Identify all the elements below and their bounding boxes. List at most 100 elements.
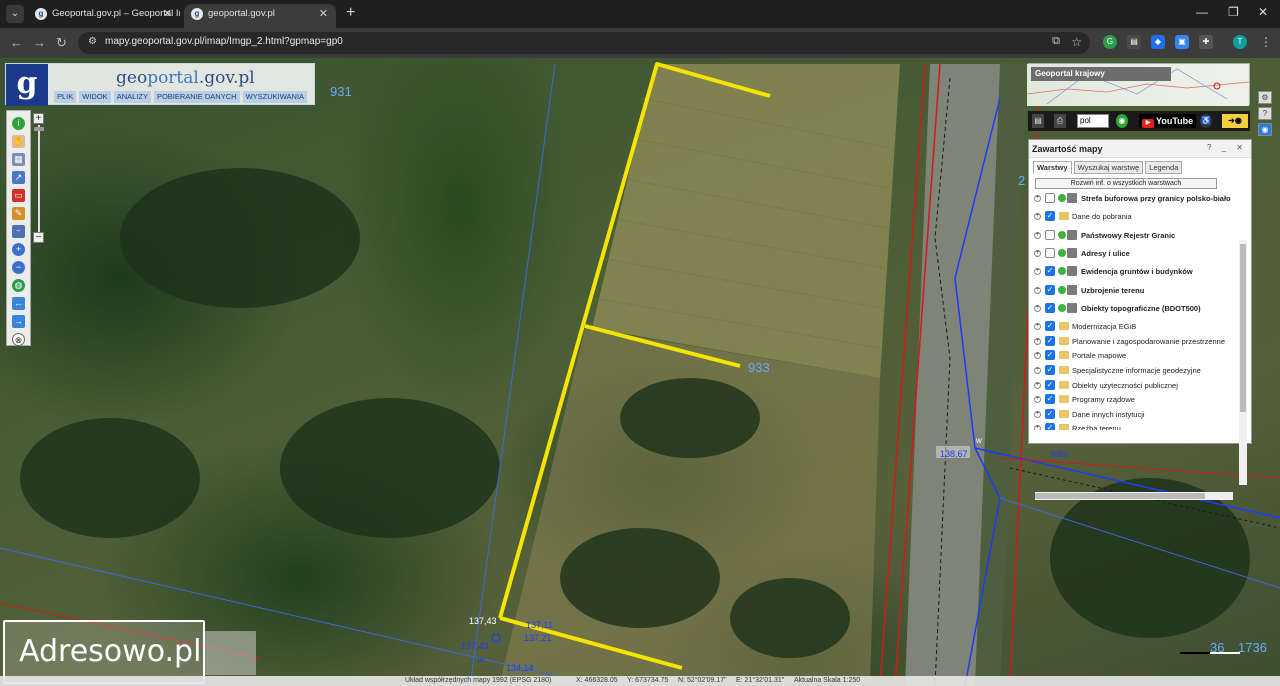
menu-plik[interactable]: PLIK	[54, 91, 77, 103]
zoom-minus-button[interactable]: −	[33, 232, 44, 243]
forward-arrow-icon[interactable]: →	[33, 35, 46, 50]
layer-row[interactable]: + ✓ Planowanie i zagospodarowanie przestrz…	[1033, 335, 1237, 349]
layer-checkbox[interactable]: ✓	[1045, 408, 1055, 419]
layer-checkbox[interactable]: ✓	[1045, 365, 1055, 375]
pencil-icon[interactable]: ✎	[12, 207, 25, 220]
tab-legenda[interactable]: Legenda	[1145, 161, 1183, 174]
eye-icon[interactable]: ◉	[1258, 123, 1272, 136]
vertical-scrollbar[interactable]	[1239, 240, 1247, 485]
expand-layer-icon[interactable]: +	[1034, 195, 1041, 202]
expand-layer-icon[interactable]: +	[1034, 352, 1041, 360]
expand-layer-icon[interactable]: +	[1034, 396, 1041, 404]
globe-icon[interactable]: ◍	[12, 279, 25, 292]
printer-icon[interactable]: ⎙	[1054, 114, 1066, 128]
grammarly-extension-icon[interactable]: G	[1103, 35, 1117, 49]
layer-checkbox[interactable]	[1045, 247, 1055, 258]
layer-checkbox[interactable]: ✓	[1045, 335, 1055, 346]
expand-layer-icon[interactable]: +	[1034, 367, 1041, 374]
layer-checkbox[interactable]: ✓	[1045, 211, 1055, 222]
expand-layer-icon[interactable]: +	[1034, 286, 1041, 294]
zoom-slider[interactable]: + −	[33, 113, 45, 243]
reset-icon[interactable]: ⊗	[12, 333, 25, 346]
zoom-in-icon[interactable]: +	[12, 243, 25, 256]
layer-row[interactable]: + ✓ Portale mapowe	[1033, 349, 1237, 363]
layer-row[interactable]: + ✓ Modernizacja EGiB	[1033, 320, 1237, 334]
layer-row[interactable]: + Państwowy Rejestr Granic	[1033, 229, 1237, 243]
menu-pobieranie-danych[interactable]: POBIERANIE DANYCH	[153, 91, 240, 103]
expand-layer-icon[interactable]: +	[1034, 425, 1041, 430]
extension-icon[interactable]: ▣	[1175, 35, 1189, 49]
maximize-button[interactable]: ❐	[1228, 5, 1239, 19]
geoportal-logo[interactable]: g	[6, 64, 48, 106]
minimize-button[interactable]: —	[1196, 5, 1208, 19]
info-icon[interactable]: i	[12, 117, 25, 130]
zoom-plus-button[interactable]: +	[33, 113, 44, 124]
layer-row[interactable]: + Adresy i ulice	[1033, 247, 1237, 261]
extensions-puzzle-icon[interactable]: ✚	[1199, 35, 1213, 49]
layer-checkbox[interactable]: ✓	[1045, 302, 1055, 313]
menu-widok[interactable]: WIDOK	[79, 91, 111, 103]
layer-checkbox[interactable]	[1045, 193, 1055, 203]
horizontal-scrollbar[interactable]	[1035, 492, 1233, 500]
back-arrow-icon[interactable]: ←	[10, 35, 23, 50]
layer-checkbox[interactable]: ✓	[1045, 284, 1055, 295]
expand-layer-icon[interactable]: +	[1034, 381, 1041, 389]
wheelchair-icon[interactable]: ♿	[1200, 114, 1212, 128]
expand-layer-icon[interactable]: +	[1034, 337, 1041, 345]
extension-icon[interactable]: ◆	[1151, 35, 1165, 49]
expand-all-button[interactable]: Rozwiń inf. o wszystkich warstwach	[1035, 178, 1217, 189]
close-tab-icon[interactable]: ✕	[163, 4, 172, 24]
layer-checkbox[interactable]: ✓	[1045, 321, 1055, 332]
scrollbar-thumb[interactable]	[1240, 244, 1246, 412]
menu-wyszukiwania[interactable]: WYSZUKIWANIA	[242, 91, 308, 103]
install-app-icon[interactable]: ⧉	[1052, 35, 1060, 48]
expand-layer-icon[interactable]: +	[1034, 268, 1041, 276]
layer-row[interactable]: + ✓ Rzeźba terenu	[1033, 422, 1237, 430]
browser-tab-active[interactable]: g geoportal.gov.pl ✕	[184, 4, 336, 28]
back-arrow-icon[interactable]: ←	[12, 297, 25, 310]
layer-row[interactable]: + ✓ Obiekty topograficzne (BDOT500)	[1033, 302, 1237, 316]
layer-checkbox[interactable]: ✓	[1045, 379, 1055, 390]
measure-icon[interactable]: ⇔	[12, 225, 25, 238]
tab-search-button[interactable]: ⌄	[6, 5, 24, 23]
settings-icon[interactable]: ⚙	[1258, 91, 1272, 104]
layer-checkbox[interactable]: ✓	[1045, 394, 1055, 405]
close-tab-icon[interactable]: ✕	[319, 4, 328, 24]
expand-layer-icon[interactable]: +	[1034, 213, 1041, 221]
map-canvas[interactable]: 931 933 138,67 137,43 137,43 137,21 137,…	[0, 58, 1280, 686]
forward-arrow-icon[interactable]: →	[12, 315, 25, 328]
youtube-link[interactable]: ▶ YouTube	[1139, 114, 1197, 128]
profile-avatar[interactable]: T	[1233, 35, 1247, 49]
rect-select-icon[interactable]: ▭	[12, 189, 25, 202]
pan-hand-icon[interactable]: ✋	[12, 135, 25, 148]
layer-row[interactable]: + ✓ Programy rządowe	[1033, 393, 1237, 407]
layer-row[interactable]: + Strefa buforowa przy granicy polsko-bia…	[1033, 192, 1237, 206]
panel-window-buttons[interactable]: ? _ ✕	[1207, 143, 1247, 152]
layer-checkbox[interactable]: ✓	[1045, 350, 1055, 361]
layer-checkbox[interactable]: ✓	[1045, 423, 1055, 430]
zoom-thumb[interactable]	[34, 127, 44, 131]
tab-wyszukaj-warstwe[interactable]: Wyszukaj warstwę	[1073, 161, 1144, 174]
menu-analizy[interactable]: ANALIZY	[113, 91, 151, 103]
layer-row[interactable]: + ✓ Obiekty użyteczności publicznej	[1033, 379, 1237, 393]
table-icon[interactable]: ▤	[1032, 114, 1044, 128]
help-icon[interactable]: ?	[1258, 107, 1272, 120]
select-icon[interactable]: ↗	[12, 171, 25, 184]
reload-icon[interactable]: ↻	[56, 35, 67, 51]
zoom-rail[interactable]	[38, 125, 40, 233]
layer-checkbox[interactable]	[1045, 229, 1055, 240]
tab-warstwy[interactable]: Warstwy	[1033, 161, 1072, 174]
site-info-icon[interactable]: ⚙	[88, 36, 100, 48]
close-window-button[interactable]: ✕	[1258, 5, 1268, 19]
expand-layer-icon[interactable]: +	[1034, 231, 1041, 239]
layer-row[interactable]: + ✓ Dane innych instytucji	[1033, 408, 1237, 422]
browser-tab[interactable]: g Geoportal.gov.pl – Geoportal Inf ✕	[28, 4, 180, 28]
extension-icon[interactable]: ▤	[1127, 35, 1141, 49]
expand-layer-icon[interactable]: +	[1034, 249, 1041, 257]
expand-layer-icon[interactable]: +	[1034, 323, 1041, 331]
grid-icon[interactable]: ▦	[12, 153, 25, 166]
accessibility-icon[interactable]: ◉	[1116, 114, 1128, 128]
layer-checkbox[interactable]: ✓	[1045, 266, 1055, 277]
url-text[interactable]: mapy.geoportal.gov.pl/imap/Imgp_2.html?g…	[105, 36, 343, 47]
expand-layer-icon[interactable]: +	[1034, 304, 1041, 312]
